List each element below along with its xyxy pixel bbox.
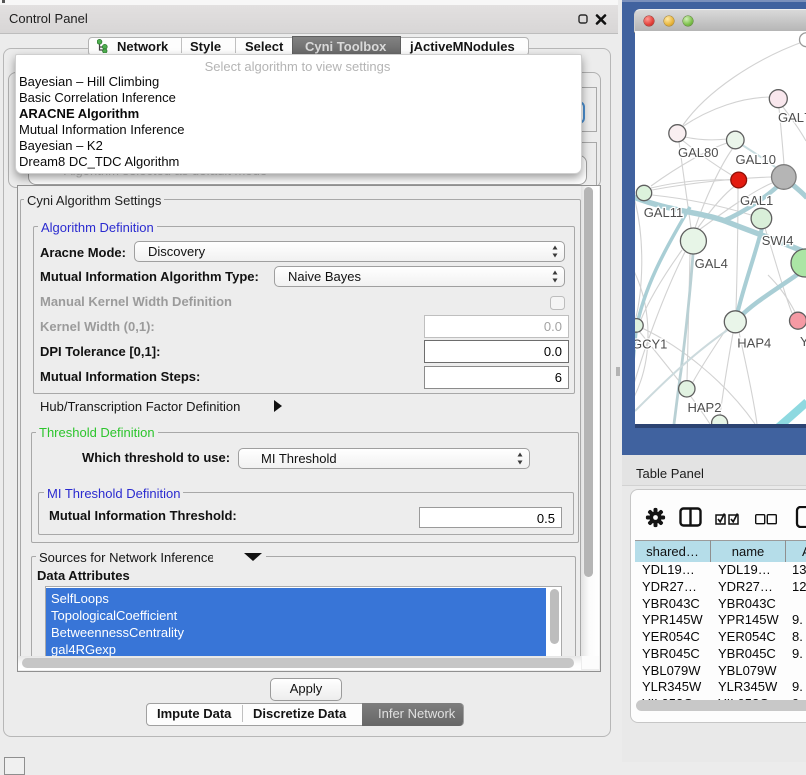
svg-text:HAP4: HAP4 <box>737 336 771 351</box>
svg-text:GAL10: GAL10 <box>736 152 776 167</box>
svg-text:GAL7: GAL7 <box>778 110 806 125</box>
svg-text:HAP2: HAP2 <box>688 400 722 415</box>
svg-text:GAL80: GAL80 <box>678 145 718 160</box>
svg-text:SWI4: SWI4 <box>762 233 794 248</box>
svg-text:GAL11: GAL11 <box>644 205 684 220</box>
svg-text:GCY1: GCY1 <box>635 337 667 352</box>
svg-text:Y: Y <box>800 334 806 349</box>
svg-text:GAL1: GAL1 <box>740 193 773 208</box>
svg-text:GAL4: GAL4 <box>695 256 728 271</box>
